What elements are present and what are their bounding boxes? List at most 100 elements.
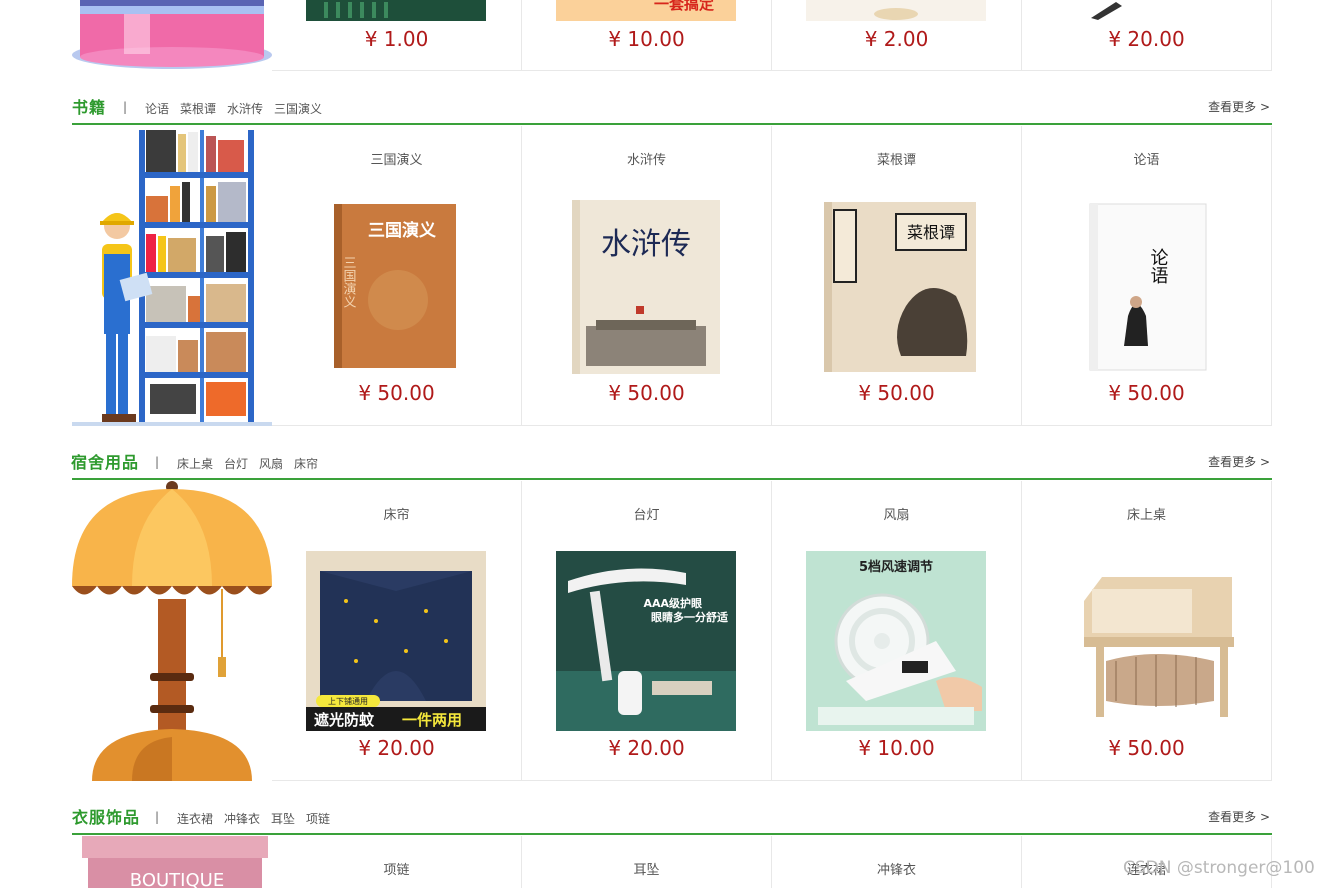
cover-title: 水浒传: [601, 227, 691, 262]
section-header: 宿舍用品 | 床上桌 台灯 风扇 床帘 查看更多 >: [71, 449, 1272, 480]
product-name[interactable]: 菜根谭: [772, 149, 1021, 168]
title-separator: |: [123, 100, 128, 114]
tag-link[interactable]: 台灯: [224, 457, 248, 471]
hero-text: BOUTIQUE: [130, 870, 224, 888]
books-hero-illustration: [72, 126, 272, 426]
tag-link[interactable]: 项链: [306, 812, 330, 826]
product-price: ¥ 10.00: [858, 736, 935, 760]
section-dorm: 宿舍用品 | 床上桌 台灯 风扇 床帘 查看更多 > 床帘 上下铺通用 遮光防蚊…: [71, 449, 1272, 781]
product-card[interactable]: 台灯 AAA级护眼 眼睛多一分舒适 ¥ 20.00: [522, 481, 772, 781]
product-price: ¥ 1.00: [364, 27, 429, 51]
top-hero-illustration: [72, 0, 272, 71]
product-image[interactable]: [1056, 0, 1236, 21]
tag-link[interactable]: 风扇: [259, 457, 283, 471]
cover-title: 菜根谭: [907, 223, 955, 242]
product-image[interactable]: 上下铺通用 遮光防蚊 一件两用: [306, 551, 486, 731]
tag-link[interactable]: 菜根谭: [180, 102, 216, 116]
cover-title: 三国演义: [341, 256, 357, 308]
cover-title: 三国演义: [368, 220, 436, 241]
tag-link[interactable]: 三国演义: [274, 102, 322, 116]
image-caption: 一件两用: [402, 711, 462, 729]
product-image[interactable]: [306, 0, 486, 21]
product-name[interactable]: 耳坠: [522, 859, 771, 878]
product-name[interactable]: 风扇: [772, 504, 1021, 523]
product-image[interactable]: AAA级护眼 眼睛多一分舒适: [556, 551, 736, 731]
section-books: 书籍 | 论语 菜根谭 水浒传 三国演义 查看更多 > 三国演义 三国演义 三国…: [72, 94, 1272, 426]
product-card[interactable]: 床帘 上下铺通用 遮光防蚊 一件两用 ¥ 20.00: [272, 481, 522, 781]
product-price: ¥ 50.00: [608, 381, 685, 405]
product-card[interactable]: 论语 论语 ¥ 50.00: [1022, 126, 1272, 426]
product-name[interactable]: 台灯: [522, 504, 771, 523]
product-row: 三国演义 三国演义 三国演义 ¥ 50.00 水浒传 水浒传 ¥ 50.00 菜…: [72, 126, 1272, 426]
image-caption: 5档风速调节: [859, 559, 933, 575]
product-price: ¥ 10.00: [608, 27, 685, 51]
view-more-link[interactable]: 查看更多 >: [1208, 98, 1270, 115]
product-card[interactable]: 水浒传 水浒传 ¥ 50.00: [522, 126, 772, 426]
top-product-card[interactable]: ¥ 1.00: [272, 0, 522, 71]
product-name[interactable]: 床上桌: [1022, 504, 1271, 523]
section-title: 衣服饰品: [72, 808, 141, 827]
image-caption: 眼睛多一分舒适: [651, 610, 728, 624]
lamp-hero-illustration: [72, 481, 272, 781]
product-card[interactable]: 菜根谭 菜根谭 ¥ 50.00: [772, 126, 1022, 426]
image-caption: AAA级护眼: [643, 596, 702, 610]
product-name[interactable]: 床帘: [272, 504, 521, 523]
section-tags: 连衣裙 冲锋衣 耳坠 项链: [177, 810, 341, 827]
section-clothing: 衣服饰品 | 连衣裙 冲锋衣 耳坠 项链 查看更多 > BOUTIQUE 项链 耳坠: [72, 804, 1272, 888]
tag-link[interactable]: 耳坠: [271, 812, 295, 826]
product-image[interactable]: 三国演义 三国演义: [306, 196, 486, 376]
boutique-hero-illustration: BOUTIQUE: [72, 836, 272, 888]
product-card[interactable]: 项链: [272, 836, 522, 888]
section-tags: 论语 菜根谭 水浒传 三国演义: [145, 100, 333, 117]
top-product-card[interactable]: 一套搞定 ¥ 10.00: [522, 0, 772, 71]
tag-link[interactable]: 水浒传: [227, 102, 263, 116]
product-name[interactable]: 项链: [272, 859, 521, 878]
section-tags: 床上桌 台灯 风扇 床帘: [177, 455, 329, 472]
tag-link[interactable]: 连衣裙: [177, 812, 213, 826]
tag-link[interactable]: 冲锋衣: [224, 812, 260, 826]
product-price: ¥ 50.00: [358, 381, 435, 405]
product-image[interactable]: 菜根谭: [806, 196, 986, 376]
product-name[interactable]: 冲锋衣: [772, 859, 1021, 878]
product-image[interactable]: 5档风速调节: [806, 551, 986, 731]
view-more-link[interactable]: 查看更多 >: [1208, 808, 1270, 825]
product-image[interactable]: [1056, 551, 1236, 731]
product-card[interactable]: 风扇 5档风速调节 ¥ 10.00: [772, 481, 1022, 781]
tag-link[interactable]: 床帘: [294, 457, 318, 471]
page: ¥ 1.00 一套搞定 ¥ 10.00 ¥ 2.00 ¥ 20.00 书籍 |: [0, 0, 1335, 888]
product-row: 床帘 上下铺通用 遮光防蚊 一件两用 ¥ 20.00 台灯 AAA级护眼 眼睛多…: [72, 481, 1272, 781]
product-price: ¥ 2.00: [864, 27, 929, 51]
product-price: ¥ 20.00: [608, 736, 685, 760]
view-more-link[interactable]: 查看更多 >: [1208, 453, 1270, 470]
cover-title: 论语: [1148, 248, 1169, 284]
tag-link[interactable]: 床上桌: [177, 457, 213, 471]
product-card[interactable]: 耳坠: [522, 836, 772, 888]
product-row: BOUTIQUE 项链 耳坠 冲锋衣 连衣裙: [72, 836, 1272, 888]
section-header: 衣服饰品 | 连衣裙 冲锋衣 耳坠 项链 查看更多 >: [72, 804, 1272, 835]
image-caption: 遮光防蚊: [314, 711, 375, 729]
product-card[interactable]: 三国演义 三国演义 三国演义 ¥ 50.00: [272, 126, 522, 426]
product-price: ¥ 20.00: [358, 736, 435, 760]
section-title: 书籍: [72, 98, 107, 117]
product-image[interactable]: [806, 0, 986, 21]
product-price: ¥ 50.00: [858, 381, 935, 405]
product-price: ¥ 20.00: [1108, 27, 1185, 51]
product-badge: 上下铺通用: [328, 696, 368, 706]
product-name[interactable]: 水浒传: [522, 149, 771, 168]
product-card[interactable]: 床上桌 ¥ 50.00: [1022, 481, 1272, 781]
tag-link[interactable]: 论语: [145, 102, 169, 116]
product-card[interactable]: 冲锋衣: [772, 836, 1022, 888]
section-title: 宿舍用品: [71, 453, 140, 472]
product-price: ¥ 50.00: [1108, 381, 1185, 405]
watermark: CSDN @stronger@100: [1123, 858, 1315, 878]
top-product-card[interactable]: ¥ 2.00: [772, 0, 1022, 71]
product-price: ¥ 50.00: [1108, 736, 1185, 760]
title-separator: |: [155, 455, 160, 469]
product-image[interactable]: 一套搞定: [556, 0, 736, 21]
title-separator: |: [155, 810, 160, 824]
product-image[interactable]: 论语: [1056, 196, 1236, 376]
top-product-card[interactable]: ¥ 20.00: [1022, 0, 1272, 71]
product-image[interactable]: 水浒传: [556, 196, 736, 376]
product-name[interactable]: 论语: [1022, 149, 1271, 168]
product-name[interactable]: 三国演义: [272, 149, 521, 168]
